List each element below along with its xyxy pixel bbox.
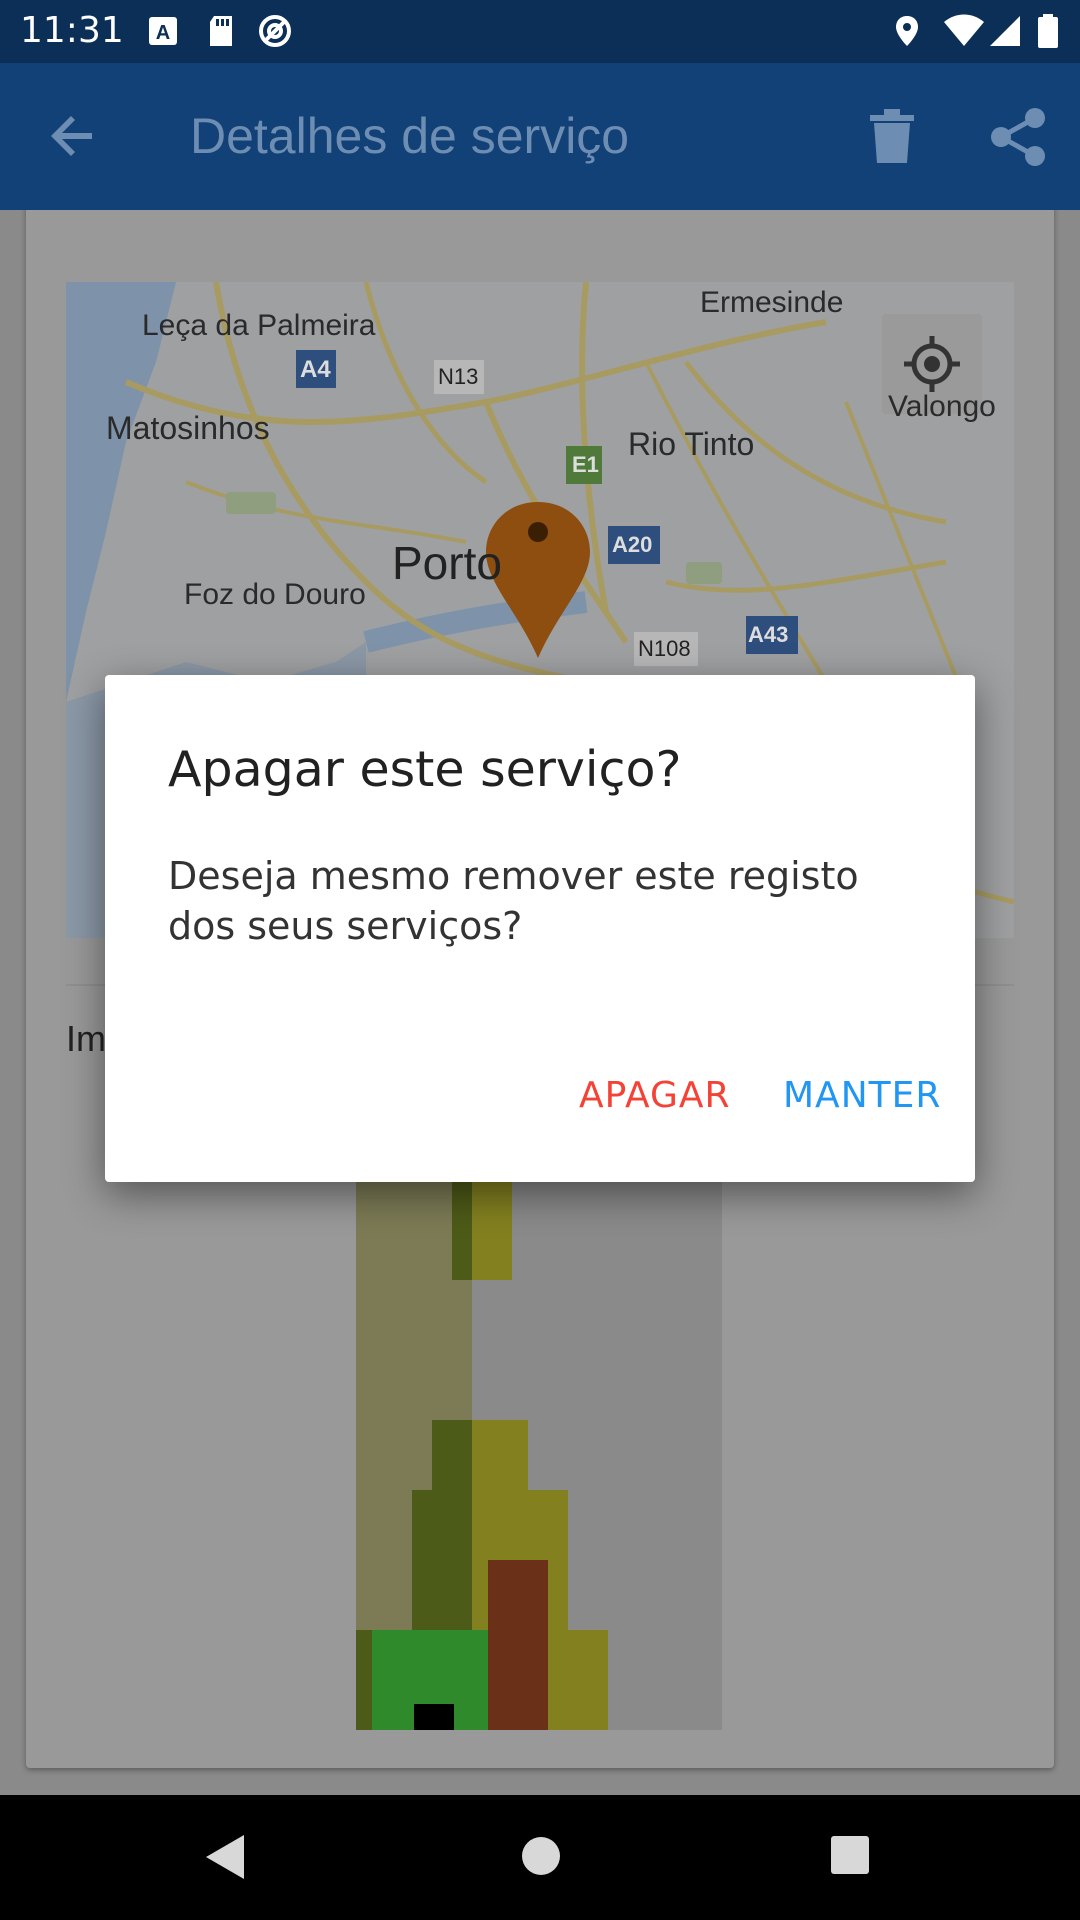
share-icon[interactable] — [990, 107, 1046, 167]
dialog-title: Apagar este serviço? — [168, 741, 682, 798]
page-title: Detalhes de serviço — [190, 108, 630, 164]
map-label-a20: A20 — [612, 532, 653, 557]
delete-confirmation-dialog: Apagar este serviço? Deseja mesmo remove… — [105, 675, 975, 1182]
navigation-bar — [0, 1795, 1080, 1920]
location-icon — [896, 16, 918, 46]
image-section-label: Im — [66, 1018, 106, 1059]
map-label-a43: A43 — [748, 622, 789, 647]
svg-text:A: A — [156, 22, 170, 44]
my-location-button[interactable] — [882, 314, 982, 414]
at-icon — [259, 15, 291, 47]
map-label-n13: N13 — [438, 364, 479, 389]
map-label-leca: Leça da Palmeira — [142, 309, 376, 342]
app-bar: Detalhes de serviço — [0, 63, 1080, 210]
signal-icon — [990, 16, 1020, 46]
status-time: 11:31 — [20, 10, 124, 51]
map-label-e1: E1 — [572, 452, 599, 477]
dialog-message: Deseja mesmo remover este registo dos se… — [168, 854, 859, 948]
map-label-ermesinde: Ermesinde — [700, 286, 844, 319]
nav-back-icon[interactable] — [204, 1833, 246, 1881]
nav-home-icon[interactable] — [520, 1835, 562, 1877]
delete-button[interactable]: APAGAR — [579, 1075, 731, 1116]
status-bar: 11:31 A — [0, 0, 1080, 63]
trash-icon[interactable] — [870, 109, 914, 163]
map-label-a4: A4 — [300, 356, 331, 383]
wifi-icon — [944, 14, 984, 46]
arrow-back-icon[interactable] — [48, 111, 98, 161]
map-pin-icon[interactable] — [468, 500, 608, 660]
service-image — [356, 1180, 722, 1730]
battery-icon — [1038, 14, 1058, 48]
nav-recents-icon[interactable] — [830, 1835, 870, 1875]
map-label-rio-tinto: Rio Tinto — [628, 426, 755, 462]
map-label-n108: N108 — [638, 636, 691, 661]
sd-card-icon — [210, 16, 232, 46]
map-label-foz-do-douro: Foz do Douro — [184, 578, 366, 611]
map-label-matosinhos: Matosinhos — [106, 410, 270, 446]
keep-button[interactable]: MANTER — [783, 1075, 941, 1116]
a-notification-icon: A — [149, 17, 177, 45]
